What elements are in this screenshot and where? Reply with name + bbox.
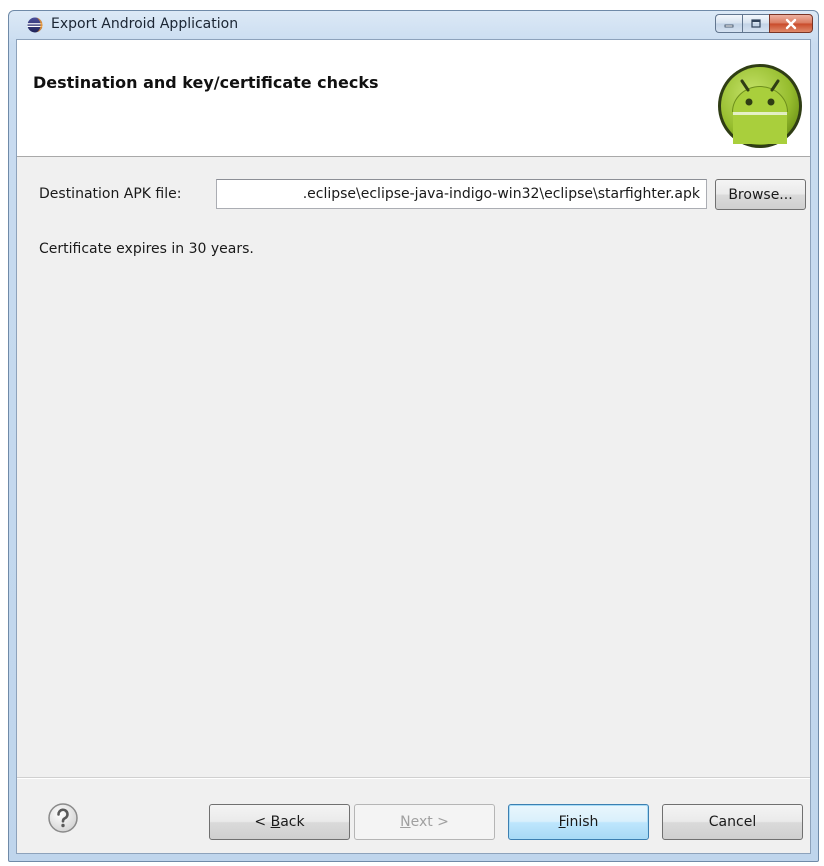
cancel-button[interactable]: Cancel: [662, 804, 803, 840]
back-button[interactable]: < Back: [209, 804, 350, 840]
wizard-content: Destination APK file: .eclipse\eclipse-j…: [17, 157, 810, 777]
finish-button[interactable]: Finish: [508, 804, 649, 840]
android-logo-icon: [718, 64, 802, 148]
destination-apk-label: Destination APK file:: [39, 186, 182, 202]
maximize-icon: [751, 18, 761, 28]
dialog-client-area: Destination and key/certificate checks D…: [16, 39, 811, 854]
destination-apk-input[interactable]: .eclipse\eclipse-java-indigo-win32\eclip…: [216, 179, 707, 209]
minimize-button[interactable]: [715, 14, 742, 33]
maximize-button[interactable]: [742, 14, 769, 33]
page-title: Destination and key/certificate checks: [33, 73, 379, 92]
title-bar[interactable]: Export Android Application: [9, 11, 818, 39]
close-icon: [785, 18, 797, 29]
close-button[interactable]: [769, 14, 813, 33]
minimize-icon: [724, 24, 734, 27]
eclipse-icon: [27, 17, 43, 33]
certificate-expiry-text: Certificate expires in 30 years.: [39, 241, 254, 257]
browse-button[interactable]: Browse...: [715, 179, 806, 210]
help-icon[interactable]: [47, 802, 79, 834]
export-android-dialog: Export Android Application Destination a…: [8, 10, 819, 862]
next-button[interactable]: Next >: [354, 804, 495, 840]
wizard-banner: Destination and key/certificate checks: [17, 40, 810, 157]
wizard-footer: < Back Next > Finish Cancel: [17, 777, 810, 853]
window-title: Export Android Application: [51, 16, 239, 32]
caption-buttons: [715, 14, 813, 34]
footer-separator: [17, 778, 810, 779]
